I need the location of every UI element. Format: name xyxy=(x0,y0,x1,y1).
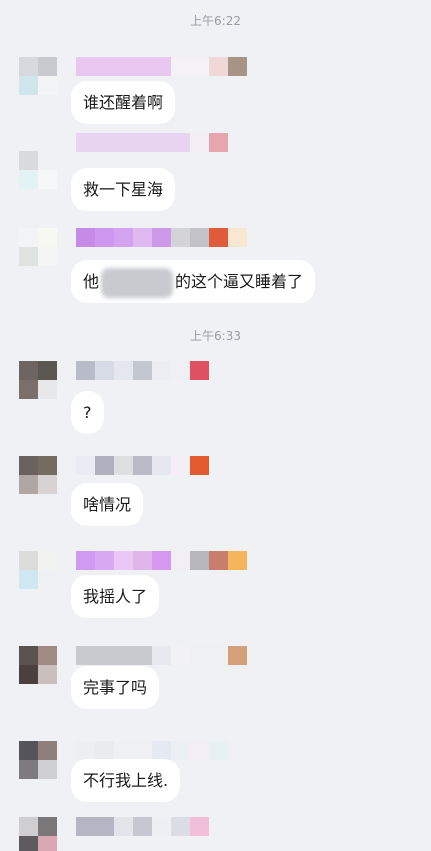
message-text-part: 的这个逼又睡着了 xyxy=(175,272,304,291)
avatar[interactable] xyxy=(19,456,57,494)
message-bubble[interactable]: ? xyxy=(71,391,104,434)
avatar[interactable] xyxy=(19,817,57,851)
sender-name-redacted xyxy=(76,57,247,76)
message-bubble[interactable]: 谁还醒着啊 xyxy=(71,81,176,124)
sender-name-redacted xyxy=(76,551,247,570)
avatar[interactable] xyxy=(19,361,57,399)
avatar[interactable] xyxy=(19,741,57,779)
sender-name-redacted xyxy=(76,228,247,247)
message-bubble[interactable]: 不行我上线. xyxy=(71,759,181,802)
message-bubble[interactable]: 救一下星海 xyxy=(71,168,176,211)
sender-name-redacted xyxy=(76,456,209,475)
timestamp: 上午6:22 xyxy=(190,14,241,28)
sender-name-redacted xyxy=(76,646,247,665)
message-bubble[interactable]: 他 的这个逼又睡着了 xyxy=(71,260,316,303)
message-text-part: 他 xyxy=(83,272,100,291)
sender-name-redacted xyxy=(76,133,228,152)
message-bubble[interactable]: 啥情况 xyxy=(71,483,144,526)
avatar[interactable] xyxy=(19,57,57,95)
sender-name-redacted xyxy=(76,741,228,760)
sender-name-redacted xyxy=(76,361,209,380)
avatar[interactable] xyxy=(19,551,57,589)
message-bubble[interactable]: 我摇人了 xyxy=(71,575,160,618)
message-bubble[interactable]: 完事了吗 xyxy=(71,666,160,709)
sender-name-redacted xyxy=(76,817,209,836)
avatar[interactable] xyxy=(19,646,57,684)
avatar[interactable] xyxy=(19,228,57,266)
avatar[interactable] xyxy=(19,151,57,189)
timestamp: 上午6:33 xyxy=(190,329,241,343)
redacted-patch xyxy=(101,267,174,298)
